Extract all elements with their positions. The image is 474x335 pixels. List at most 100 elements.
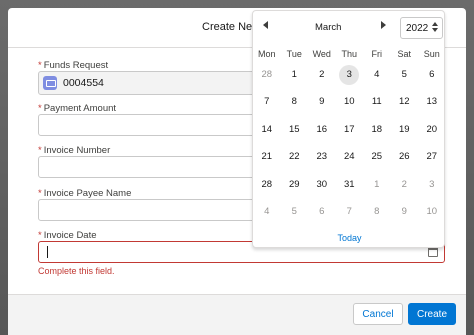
calendar-day-number: 16: [316, 123, 328, 135]
calendar-day[interactable]: 3: [418, 175, 446, 195]
weekday-label: Mon: [257, 49, 276, 59]
weekday-label: Sat: [397, 49, 411, 59]
calendar-day[interactable]: 15: [281, 120, 309, 140]
calendar-day[interactable]: 8: [281, 92, 309, 112]
calendar-day[interactable]: 11: [363, 92, 391, 112]
calendar-day[interactable]: 16: [308, 120, 336, 140]
modal-title: Create Ne: [202, 21, 253, 33]
week-row: 4 5 6 7 8 9 10: [253, 199, 446, 227]
year-value: 2022: [406, 23, 429, 34]
calendar-day-number: 4: [374, 68, 380, 80]
calendar-day-number: 30: [316, 178, 328, 190]
calendar-day[interactable]: 30: [308, 175, 336, 195]
create-button[interactable]: Create: [408, 303, 456, 325]
calendar-day-number: 2: [401, 178, 407, 190]
weekday-label: Tue: [286, 49, 302, 59]
calendar-day-number: 6: [429, 68, 435, 80]
today-link[interactable]: Today: [253, 233, 446, 243]
calendar-day[interactable]: 10: [336, 92, 364, 112]
payment-amount-label: * Payment Amount: [38, 103, 117, 114]
calendar-day[interactable]: 25: [363, 147, 391, 167]
calendar-day[interactable]: 9: [391, 202, 419, 222]
text-cursor: [47, 246, 48, 258]
calendar-day[interactable]: 28: [253, 65, 281, 85]
calendar-day[interactable]: 7: [336, 202, 364, 222]
calendar-day[interactable]: 12: [391, 92, 419, 112]
year-select[interactable]: 2022: [400, 17, 443, 39]
calendar-day[interactable]: 7: [253, 92, 281, 112]
funds-request-lookup[interactable]: 0004554: [38, 71, 276, 95]
calendar-day-number: 25: [371, 151, 383, 163]
next-month-button[interactable]: [381, 21, 391, 31]
calendar-day-number: 2: [319, 68, 325, 80]
calendar-day[interactable]: 6: [418, 65, 446, 85]
week-row: 7 8 9 10 11 12 13: [253, 89, 446, 117]
calendar-day-number: 24: [343, 151, 355, 163]
calendar-day[interactable]: 27: [418, 147, 446, 167]
calendar-day[interactable]: 28: [253, 175, 281, 195]
calendar-day[interactable]: 31: [336, 175, 364, 195]
calendar-day[interactable]: 19: [391, 120, 419, 140]
calendar-day[interactable]: 8: [363, 202, 391, 222]
calendar-day-number: 28: [261, 68, 273, 80]
calendar-day-number: 5: [401, 68, 407, 80]
calendar-day[interactable]: 1: [363, 175, 391, 195]
calendar-day[interactable]: 29: [281, 175, 309, 195]
weekday-label: Thu: [341, 49, 357, 59]
calendar-day[interactable]: 24: [336, 147, 364, 167]
calendar-day-number: 13: [426, 96, 438, 108]
calendar-day-number: 1: [291, 68, 297, 80]
calendar-day[interactable]: 5: [391, 65, 419, 85]
week-row: 28 1 2 3 4 5 6: [253, 61, 446, 89]
calendar-day[interactable]: 10: [418, 202, 446, 222]
previous-month-button[interactable]: [263, 21, 273, 31]
calendar-day[interactable]: 22: [281, 147, 309, 167]
calendar-day[interactable]: 2: [308, 65, 336, 85]
calendar-day-number: 7: [264, 96, 270, 108]
invoice-number-input[interactable]: [38, 156, 276, 178]
calendar-day[interactable]: 20: [418, 120, 446, 140]
calendar-day[interactable]: 14: [253, 120, 281, 140]
invoice-date-label: * Invoice Date: [38, 230, 97, 241]
calendar-day-number: 27: [426, 151, 438, 163]
calendar-day-number: 12: [398, 96, 410, 108]
weekday-label: Sun: [423, 49, 440, 59]
calendar-day[interactable]: 2: [391, 175, 419, 195]
calendar-day[interactable]: 23: [308, 147, 336, 167]
calendar-day[interactable]: 6: [308, 202, 336, 222]
calendar-day[interactable]: 5: [281, 202, 309, 222]
calendar-day-number: 28: [261, 178, 273, 190]
calendar-day-number: 20: [426, 123, 438, 135]
invoice-date-error: Complete this field.: [38, 266, 115, 276]
calendar-day-number: 18: [371, 123, 383, 135]
cancel-button[interactable]: Cancel: [353, 303, 403, 325]
funds-request-record-icon: [43, 76, 57, 90]
calendar-day-number: 8: [291, 96, 297, 108]
weekday-header-row: Mon Tue Wed Thu Fri Sat Sun: [253, 47, 446, 61]
calendar-day-number: 1: [374, 178, 380, 190]
required-marker: *: [38, 145, 42, 156]
calendar-day[interactable]: 17: [336, 120, 364, 140]
calendar-day-number: 3: [339, 64, 360, 85]
invoice-number-label: * Invoice Number: [38, 145, 111, 156]
calendar-day[interactable]: 26: [391, 147, 419, 167]
required-marker: *: [38, 230, 42, 241]
calendar-day[interactable]: 1: [281, 65, 309, 85]
calendar-day-number: 23: [316, 151, 328, 163]
calendar-day[interactable]: 4: [253, 202, 281, 222]
calendar-day[interactable]: 9: [308, 92, 336, 112]
calendar-icon[interactable]: [428, 247, 438, 257]
calendar-day-number: 17: [343, 123, 355, 135]
calendar-day[interactable]: 4: [363, 65, 391, 85]
calendar-day-number: 31: [343, 178, 355, 190]
calendar-day[interactable]: 13: [418, 92, 446, 112]
payment-amount-input[interactable]: [38, 114, 276, 136]
invoice-payee-name-input[interactable]: [38, 199, 276, 221]
calendar-day-number: 15: [288, 123, 300, 135]
calendar-day[interactable]: 18: [363, 120, 391, 140]
calendar-day[interactable]: 3: [336, 64, 364, 85]
calendar-day-number: 9: [319, 96, 325, 108]
calendar-day[interactable]: 21: [253, 147, 281, 167]
weekday-label: Wed: [312, 49, 331, 59]
calendar-day-number: 11: [371, 96, 382, 108]
